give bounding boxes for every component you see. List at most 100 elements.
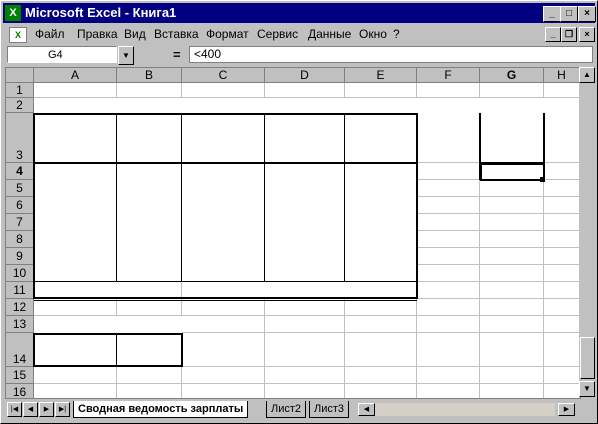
output-header-fio[interactable]	[34, 333, 117, 367]
output-title[interactable]	[34, 316, 182, 333]
cell-name[interactable]	[34, 265, 117, 282]
row-header-15[interactable]: 15	[6, 367, 34, 384]
cell-dependents[interactable]	[117, 214, 182, 231]
row-header-9[interactable]: 9	[6, 248, 34, 265]
cell-name[interactable]	[34, 248, 117, 265]
row-header-13[interactable]: 13	[6, 316, 34, 333]
minimize-button[interactable]: _	[543, 6, 561, 22]
cell-accrued[interactable]	[182, 231, 265, 248]
cell-withheld[interactable]	[265, 197, 345, 214]
header-fio[interactable]	[34, 113, 117, 163]
sheet-title[interactable]	[34, 98, 417, 113]
criteria-header[interactable]	[480, 113, 544, 163]
header-withheld[interactable]	[265, 113, 345, 163]
cell-name[interactable]	[34, 197, 117, 214]
cell-accrued[interactable]	[182, 180, 265, 197]
cell-name[interactable]	[34, 214, 117, 231]
tab-sheet1[interactable]: Сводная ведомость зарплаты	[73, 401, 249, 418]
cell-withheld[interactable]	[265, 248, 345, 265]
column-header-A[interactable]: A	[34, 68, 117, 83]
column-header-B[interactable]: B	[117, 68, 182, 83]
column-header-D[interactable]: D	[265, 68, 345, 83]
next-sheet-button[interactable]: ▶	[39, 402, 54, 417]
scroll-thumb[interactable]	[580, 337, 595, 379]
cell-payout[interactable]	[345, 180, 417, 197]
menu-window[interactable]: Окно	[359, 27, 387, 41]
row-header-2[interactable]: 2	[6, 98, 34, 113]
menu-help[interactable]: ?	[393, 27, 400, 41]
first-sheet-button[interactable]: |◀	[7, 402, 22, 417]
cell-withheld[interactable]	[265, 214, 345, 231]
formula-input[interactable]: <400	[189, 46, 593, 63]
cell-accrued[interactable]	[182, 163, 265, 180]
row-header-5[interactable]: 5	[6, 180, 34, 197]
hscroll-left-button[interactable]: ◀	[358, 403, 375, 416]
cell-payout[interactable]	[345, 231, 417, 248]
cell-accrued[interactable]	[182, 214, 265, 231]
row-header-11[interactable]: 11	[6, 282, 34, 299]
name-box-dropdown-icon[interactable]: ▼	[118, 46, 134, 65]
menu-format[interactable]: Формат	[206, 27, 249, 41]
cell-accrued[interactable]	[182, 265, 265, 282]
cell-dependents[interactable]	[117, 248, 182, 265]
scroll-down-button[interactable]: ▼	[579, 381, 595, 397]
worksheet-grid[interactable]: A B C D E F G H 1 2 3 4 5 6 7 8 9 10 11 12 13 14 15 16	[5, 67, 581, 399]
column-header-G[interactable]: G	[480, 68, 544, 83]
cell-withheld[interactable]	[265, 163, 345, 180]
workbook-icon[interactable]: X	[9, 27, 27, 43]
column-header-F[interactable]: F	[417, 68, 480, 83]
prev-sheet-button[interactable]: ◀	[23, 402, 38, 417]
cell-payout[interactable]	[345, 163, 417, 180]
hscroll-right-button[interactable]: ▶	[558, 403, 575, 416]
column-header-E[interactable]: E	[345, 68, 417, 83]
row-header-8[interactable]: 8	[6, 231, 34, 248]
excel-icon[interactable]: X	[5, 5, 21, 21]
cell-payout[interactable]	[345, 214, 417, 231]
cell-payout[interactable]	[345, 265, 417, 282]
equals-sign[interactable]: =	[173, 47, 181, 62]
column-header-C[interactable]: C	[182, 68, 265, 83]
menu-view[interactable]: Вид	[124, 27, 146, 41]
cell-payout[interactable]	[345, 248, 417, 265]
cell-accrued[interactable]	[182, 248, 265, 265]
cell-withheld[interactable]	[265, 265, 345, 282]
row-header-6[interactable]: 6	[6, 197, 34, 214]
last-sheet-button[interactable]: ▶|	[55, 402, 70, 417]
menu-file[interactable]: Файл	[35, 27, 65, 41]
row-header-4[interactable]: 4	[6, 163, 34, 180]
doc-minimize-button[interactable]: _	[545, 27, 561, 42]
cell-payout[interactable]	[345, 197, 417, 214]
row-header-7[interactable]: 7	[6, 214, 34, 231]
menu-data[interactable]: Данные	[308, 27, 351, 41]
select-all-corner[interactable]	[6, 68, 34, 83]
column-header-H[interactable]: H	[544, 68, 580, 83]
output-header-sum[interactable]	[117, 333, 182, 367]
row-header-10[interactable]: 10	[6, 265, 34, 282]
menu-edit[interactable]: Правка	[77, 27, 118, 41]
doc-close-button[interactable]: ×	[579, 27, 595, 42]
cell-name[interactable]	[34, 231, 117, 248]
row-header-1[interactable]: 1	[6, 83, 34, 98]
doc-restore-button[interactable]: ❐	[561, 27, 577, 42]
cell-dependents[interactable]	[117, 197, 182, 214]
cell-name[interactable]	[34, 163, 117, 180]
horizontal-scrollbar[interactable]	[375, 403, 555, 416]
name-box[interactable]: G4	[7, 46, 117, 63]
cell-dependents[interactable]	[117, 163, 182, 180]
active-cell-outline[interactable]	[480, 163, 545, 181]
cell-dependents[interactable]	[117, 265, 182, 282]
header-payout[interactable]	[345, 113, 417, 163]
row-header-14[interactable]: 14	[6, 333, 34, 367]
row-header-12[interactable]: 12	[6, 299, 34, 316]
cell-name[interactable]	[34, 180, 117, 197]
vertical-scrollbar[interactable]: ▲ ▼	[579, 67, 595, 397]
cell-withheld[interactable]	[265, 231, 345, 248]
cell-dependents[interactable]	[117, 231, 182, 248]
menu-tools[interactable]: Сервис	[257, 27, 298, 41]
cell-dependents[interactable]	[117, 180, 182, 197]
criteria-title[interactable]	[417, 98, 580, 113]
row-header-16[interactable]: 16	[6, 384, 34, 398]
fill-handle[interactable]	[540, 177, 545, 182]
tab-sheet2[interactable]: Лист2	[266, 401, 307, 418]
menu-insert[interactable]: Вставка	[154, 27, 199, 41]
